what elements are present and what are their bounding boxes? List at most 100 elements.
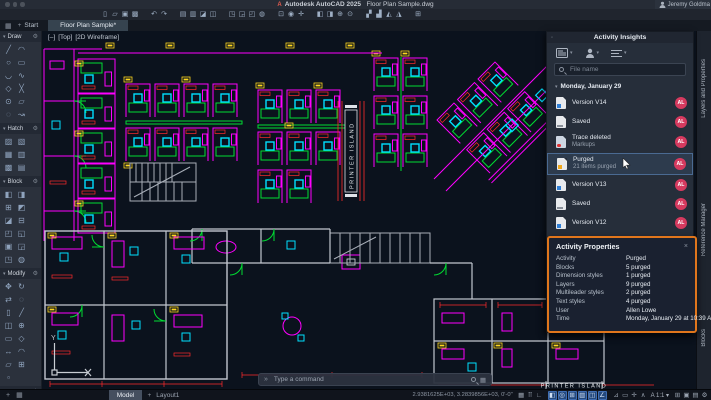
toolbar-icon[interactable]: ◨ [325, 9, 335, 20]
status-toggle-icon[interactable]: ▦ [517, 390, 526, 400]
hatch-tool-icon[interactable]: ▤ [15, 161, 28, 174]
toolbar-icon[interactable]: ⊙ [345, 9, 355, 20]
status-toggle-icon-active[interactable]: ∠ [598, 391, 607, 400]
avatar-badge[interactable]: AL [674, 158, 686, 170]
modify-tool-icon[interactable]: ⇄ [2, 293, 15, 306]
status-toggle-icon[interactable]: ▭ [621, 390, 630, 400]
toolbar-icon[interactable]: ◮ [394, 9, 404, 20]
activity-item-version-v12[interactable]: Version V12 AL [547, 213, 693, 232]
new-tab-button[interactable]: + [18, 22, 22, 29]
toolbar-icon[interactable]: ▥ [188, 9, 198, 20]
toolbar-icon[interactable]: ◧ [315, 9, 325, 20]
tab-layout1[interactable]: Layout1 [156, 392, 179, 399]
command-search-icon[interactable] [471, 377, 476, 382]
toolbar-icon[interactable]: ▤ [178, 9, 188, 20]
status-toggle-icon-active[interactable]: ◎ [558, 391, 567, 400]
block-tool-icon[interactable]: ▣ [2, 240, 15, 253]
modify-tool-icon[interactable]: ▯ [2, 306, 15, 319]
modify-tool-icon[interactable]: ↔ [2, 345, 15, 358]
block-tool-icon[interactable]: ◧ [2, 188, 15, 201]
section-header-hatch[interactable]: ▾Hatch⚙ [0, 123, 41, 134]
viewport-control-menu[interactable]: [–] [48, 34, 55, 41]
hatch-tool-icon[interactable]: ▩ [2, 161, 15, 174]
viewport-view-control[interactable]: [Top] [58, 34, 72, 41]
panel-header[interactable]: ◦ Activity Insights [547, 32, 693, 43]
toolbar-icon[interactable]: ◉ [286, 9, 296, 20]
gear-icon[interactable]: ⚙ [33, 270, 38, 277]
toolbar-icon[interactable]: ◫ [208, 9, 218, 20]
draw-tool-icon[interactable]: ▭ [15, 56, 28, 69]
draw-tool-icon[interactable]: ○ [2, 56, 15, 69]
tab-layers-and-properties[interactable]: Layers and Properties [701, 59, 707, 118]
toolbar-icon[interactable]: ▯ [100, 9, 110, 20]
toolbar-icon[interactable]: ◍ [257, 9, 267, 20]
hatch-tool-icon[interactable]: ▧ [15, 135, 28, 148]
command-history-icon[interactable]: ▦ [480, 376, 486, 384]
toolbar-icon[interactable]: ⊕ [335, 9, 345, 20]
block-tool-icon[interactable]: ◳ [2, 253, 15, 266]
draw-tool-icon[interactable]: ╳ [15, 82, 28, 95]
modify-tool-icon[interactable]: ╱ [15, 306, 28, 319]
status-toggle-icon[interactable]: ⚙ [700, 390, 709, 400]
status-toggle-icon-active[interactable]: ▥ [578, 391, 587, 400]
draw-tool-icon[interactable]: ⊙ [2, 95, 15, 108]
modify-tool-icon[interactable]: ◇ [15, 332, 28, 345]
command-chevron-icon[interactable]: » [264, 376, 268, 383]
avatar-badge[interactable]: AL [675, 179, 687, 191]
status-toggle-icon[interactable]: ∟ [535, 390, 544, 400]
block-tool-icon[interactable]: ◍ [15, 253, 28, 266]
status-toggle-icon[interactable]: ✛ [630, 390, 639, 400]
modify-tool-icon[interactable]: ◌ [15, 293, 28, 306]
tab-model[interactable]: Model [109, 390, 143, 400]
filter-list-dropdown[interactable]: ▾ [611, 49, 627, 58]
toolbar-icon[interactable]: ◲ [237, 9, 247, 20]
toolbar-icon[interactable]: ⊞ [413, 9, 423, 20]
activity-item-purged[interactable]: Purged21 items purged AL [547, 153, 693, 175]
filter-user-dropdown[interactable]: ▾ [585, 48, 600, 58]
viewport-visual-style-control[interactable]: [2D Wireframe] [75, 34, 119, 41]
avatar-badge[interactable]: AL [675, 198, 687, 210]
user-account[interactable]: Jeremy Goldma [655, 0, 711, 9]
viewport-controls[interactable]: [–] [Top] [2D Wireframe] [48, 34, 119, 41]
draw-tool-icon[interactable]: ↝ [15, 108, 28, 121]
toolbar-icon[interactable]: ▣ [120, 9, 130, 20]
status-toggle-icon[interactable]: ∧ [639, 390, 648, 400]
block-tool-icon[interactable]: ◪ [2, 214, 15, 227]
toolbar-icon[interactable]: ▩ [130, 9, 140, 20]
draw-tool-icon[interactable]: ◡ [2, 69, 15, 82]
toolbar-icon[interactable]: ↷ [159, 9, 169, 20]
block-tool-icon[interactable]: ◲ [15, 240, 28, 253]
block-tool-icon[interactable]: ◨ [15, 188, 28, 201]
toolbar-icon[interactable]: ▱ [110, 9, 120, 20]
hatch-tool-icon[interactable]: ▥ [15, 148, 28, 161]
modify-tool-icon[interactable]: ⊞ [15, 358, 28, 371]
command-bar[interactable]: » ▦ [258, 373, 492, 386]
close-icon[interactable]: × [684, 243, 688, 250]
activity-item-saved[interactable]: Saved AL [547, 194, 693, 213]
activity-item-trace-deleted[interactable]: Trace deletedMarkups AL [547, 131, 693, 153]
section-header-draw[interactable]: ▾Draw⚙ [0, 31, 41, 42]
draw-tool-icon[interactable]: ∿ [15, 69, 28, 82]
tab-floor-plan-sample[interactable]: Floor Plan Sample* [48, 20, 128, 31]
search-input[interactable] [568, 65, 681, 74]
modify-tool-icon[interactable]: ▫ [2, 371, 15, 384]
draw-tool-icon[interactable]: ◇ [2, 82, 15, 95]
gear-icon[interactable]: ⚙ [33, 125, 38, 132]
draw-tool-icon[interactable]: ◌ [2, 108, 15, 121]
section-header-modify[interactable]: ▾Modify⚙ [0, 268, 41, 279]
filter-type-dropdown[interactable]: ▾ [556, 48, 573, 58]
status-toggle-icon[interactable]: ⠿ [526, 390, 535, 400]
tab-start[interactable]: Start [24, 22, 38, 29]
status-toggle-icon-active[interactable]: ◧ [548, 391, 557, 400]
toolbar-icon[interactable]: ◭ [384, 9, 394, 20]
modify-tool-icon[interactable]: ◫ [2, 319, 15, 332]
new-layout-button[interactable]: + [147, 392, 151, 399]
status-toggle-icon[interactable]: ⊞ [673, 390, 682, 400]
add-layout-icon[interactable]: + [6, 392, 10, 399]
gear-icon[interactable]: ⚙ [33, 178, 38, 185]
draw-tool-icon[interactable]: ◠ [15, 43, 28, 56]
avatar-badge[interactable]: AL [675, 136, 687, 148]
hatch-tool-icon[interactable]: ▦ [2, 148, 15, 161]
block-tool-icon[interactable]: ◱ [15, 227, 28, 240]
toolbar-icon[interactable]: ↶ [149, 9, 159, 20]
